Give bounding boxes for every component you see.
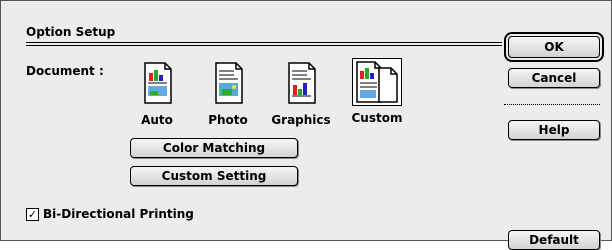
graphics-document-icon: [281, 61, 321, 105]
checkmark-icon: ✓: [27, 207, 38, 221]
document-option-custom[interactable]: Custom: [349, 58, 405, 137]
button-divider: [504, 104, 600, 105]
document-option-graphics[interactable]: Graphics: [271, 61, 331, 137]
title-divider: [26, 45, 502, 46]
document-option-auto[interactable]: Auto: [129, 61, 185, 137]
bidirectional-printing-option[interactable]: ✓ Bi-Directional Printing: [26, 207, 194, 221]
document-option-label: Auto: [141, 113, 173, 127]
auto-document-icon: [137, 61, 177, 105]
bidirectional-printing-label: Bi-Directional Printing: [43, 207, 194, 221]
cancel-button[interactable]: Cancel: [508, 68, 600, 88]
color-matching-button[interactable]: Color Matching: [130, 138, 298, 158]
bidirectional-printing-checkbox[interactable]: ✓: [26, 207, 39, 221]
photo-document-icon: [208, 61, 248, 105]
document-option-label: Custom: [351, 111, 403, 125]
title-divider: [26, 42, 502, 43]
section-title: Option Setup: [26, 25, 116, 39]
custom-setting-button[interactable]: Custom Setting: [130, 166, 298, 186]
default-button[interactable]: Default: [508, 230, 600, 250]
option-setup-dialog: Option Setup Document : Auto Photo Graph…: [0, 0, 612, 250]
document-option-label: Photo: [208, 113, 248, 127]
custom-document-icon: [352, 58, 402, 106]
document-option-photo[interactable]: Photo: [200, 61, 256, 137]
document-option-label: Graphics: [271, 113, 331, 127]
ok-button[interactable]: OK: [508, 36, 600, 58]
document-label: Document :: [26, 64, 104, 78]
help-button[interactable]: Help: [508, 120, 600, 140]
